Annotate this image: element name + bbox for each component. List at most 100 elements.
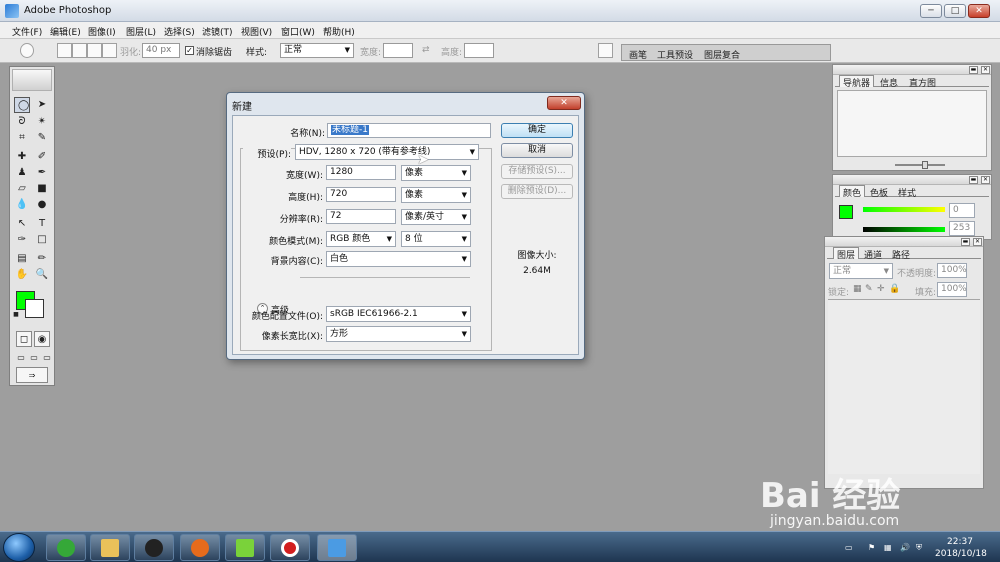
- default-colors-icon[interactable]: ■: [12, 311, 20, 319]
- panel-minimize-icon[interactable]: ▬: [969, 66, 978, 74]
- tab-channels[interactable]: 通道: [861, 248, 885, 261]
- bit-depth-select[interactable]: 8 位 ▼: [401, 231, 471, 247]
- menu-file[interactable]: 文件(F): [12, 25, 42, 38]
- menu-window[interactable]: 窗口(W): [281, 25, 315, 38]
- move-tool-icon[interactable]: ➤: [34, 97, 50, 113]
- hand-tool-icon[interactable]: ✋: [14, 267, 30, 283]
- panel-minimize-icon[interactable]: ▬: [961, 238, 970, 246]
- lock-move-icon[interactable]: ✛: [877, 284, 885, 294]
- red-value[interactable]: 0: [949, 203, 975, 218]
- eraser-tool-icon[interactable]: ▱: [14, 181, 30, 197]
- navigator-preview[interactable]: [837, 90, 987, 157]
- name-input[interactable]: 未标题-1: [327, 123, 491, 138]
- style-select[interactable]: 正常 ▼: [280, 43, 354, 58]
- green-slider[interactable]: [863, 227, 945, 232]
- jump-to-imageready-icon[interactable]: ⇒: [16, 367, 48, 383]
- tab-paths[interactable]: 路径: [889, 248, 913, 261]
- start-button[interactable]: [3, 533, 35, 562]
- volume-icon[interactable]: 🔊: [900, 543, 910, 553]
- lasso-tool-icon[interactable]: ᘐ: [14, 114, 30, 130]
- width-unit-select[interactable]: 像素 ▼: [401, 165, 471, 181]
- tab-info[interactable]: 信息: [877, 76, 901, 89]
- menu-image[interactable]: 图像(I): [88, 25, 116, 38]
- antialias-checkbox[interactable]: ✓: [185, 46, 194, 55]
- blur-tool-icon[interactable]: 💧: [14, 197, 30, 213]
- tray-clock[interactable]: 22:37 2018/10/18: [935, 536, 987, 560]
- flag-icon[interactable]: ⚑: [868, 543, 878, 553]
- zoom-tool-icon[interactable]: 🔍: [34, 267, 50, 283]
- tab-brushes[interactable]: 画笔: [629, 48, 647, 61]
- blend-mode-select[interactable]: 正常 ▼: [829, 263, 893, 279]
- gradient-tool-icon[interactable]: ■: [34, 181, 50, 197]
- red-slider[interactable]: [863, 207, 945, 212]
- keyboard-icon[interactable]: ▭: [845, 543, 855, 553]
- subtract-selection-icon[interactable]: [87, 43, 102, 58]
- resolution-unit-select[interactable]: 像素/英寸 ▼: [401, 209, 471, 225]
- new-selection-icon[interactable]: [57, 43, 72, 58]
- tab-swatches[interactable]: 色板: [867, 186, 891, 199]
- zoom-thumb[interactable]: [922, 161, 928, 169]
- opacity-input[interactable]: 100%: [937, 263, 967, 278]
- feather-input[interactable]: 40 px: [142, 43, 180, 58]
- width-input[interactable]: 1280: [326, 165, 396, 180]
- menu-filter[interactable]: 滤镜(T): [202, 25, 233, 38]
- dialog-close-button[interactable]: ✕: [547, 96, 581, 110]
- panel-minimize-icon[interactable]: ▬: [969, 176, 978, 184]
- preset-select[interactable]: HDV, 1280 x 720 (带有参考线) ▼: [295, 144, 479, 160]
- eyedropper-icon[interactable]: ✏: [34, 251, 50, 267]
- width-input[interactable]: [383, 43, 413, 58]
- tab-histogram[interactable]: 直方图: [906, 76, 939, 89]
- fill-input[interactable]: 100%: [937, 282, 967, 297]
- quick-mask-icon[interactable]: ◉: [34, 331, 50, 347]
- color-foreground-swatch[interactable]: [839, 205, 853, 219]
- history-brush-icon[interactable]: ✒: [34, 165, 50, 181]
- magic-wand-icon[interactable]: ✴: [34, 114, 50, 130]
- menu-view[interactable]: 视图(V): [241, 25, 272, 38]
- lock-icon[interactable]: 🔒: [889, 284, 900, 294]
- path-select-icon[interactable]: ↖: [14, 216, 30, 232]
- panel-close-icon[interactable]: ✕: [981, 66, 990, 74]
- maximize-button[interactable]: □: [944, 4, 966, 18]
- height-input[interactable]: [464, 43, 494, 58]
- add-selection-icon[interactable]: [72, 43, 87, 58]
- dodge-tool-icon[interactable]: ●: [34, 197, 50, 213]
- intersect-selection-icon[interactable]: [102, 43, 117, 58]
- notes-tool-icon[interactable]: ▤: [14, 251, 30, 267]
- taskbar-qq[interactable]: [134, 534, 174, 561]
- stamp-tool-icon[interactable]: ♟: [14, 165, 30, 181]
- menu-select[interactable]: 选择(S): [164, 25, 195, 38]
- tab-layer-comps[interactable]: 图层复合: [704, 48, 740, 61]
- tab-tool-presets[interactable]: 工具预设: [657, 48, 693, 61]
- security-icon[interactable]: ⛨: [916, 543, 926, 553]
- taskbar-explorer[interactable]: [90, 534, 130, 561]
- swap-icon[interactable]: ⇄: [422, 45, 430, 55]
- file-browser-icon[interactable]: [598, 43, 613, 58]
- zoom-slider[interactable]: [837, 161, 987, 169]
- menu-edit[interactable]: 编辑(E): [50, 25, 81, 38]
- minimize-button[interactable]: ─: [920, 4, 942, 18]
- lock-brush-icon[interactable]: ✎: [865, 284, 873, 294]
- background-contents-select[interactable]: 白色 ▼: [326, 251, 471, 267]
- network-icon[interactable]: ▦: [884, 543, 894, 553]
- slice-tool-icon[interactable]: ✎: [34, 130, 50, 146]
- save-preset-button[interactable]: 存储预设(S)...: [501, 164, 573, 179]
- ellipse-marquee-icon[interactable]: [20, 43, 34, 58]
- background-color-swatch[interactable]: [25, 299, 44, 318]
- menu-help[interactable]: 帮助(H): [323, 25, 355, 38]
- crop-tool-icon[interactable]: ⌗: [14, 130, 30, 146]
- menu-layer[interactable]: 图层(L): [126, 25, 156, 38]
- pixel-aspect-select[interactable]: 方形 ▼: [326, 326, 471, 342]
- healing-brush-icon[interactable]: ✚: [14, 149, 30, 165]
- type-tool-icon[interactable]: T: [34, 216, 50, 232]
- delete-preset-button[interactable]: 删除预设(D)...: [501, 184, 573, 199]
- taskbar-browser-360[interactable]: [46, 534, 86, 561]
- ok-button[interactable]: 确定: [501, 123, 573, 138]
- height-input[interactable]: 720: [326, 187, 396, 202]
- brush-tool-icon[interactable]: ✐: [34, 149, 50, 165]
- lock-transparency-icon[interactable]: ▦: [853, 284, 862, 294]
- tab-color[interactable]: 颜色: [839, 185, 866, 199]
- shape-tool-icon[interactable]: □: [34, 232, 50, 248]
- resolution-input[interactable]: 72: [326, 209, 396, 224]
- green-value[interactable]: 253: [949, 221, 975, 236]
- marquee-tool-icon[interactable]: ◯: [14, 97, 30, 113]
